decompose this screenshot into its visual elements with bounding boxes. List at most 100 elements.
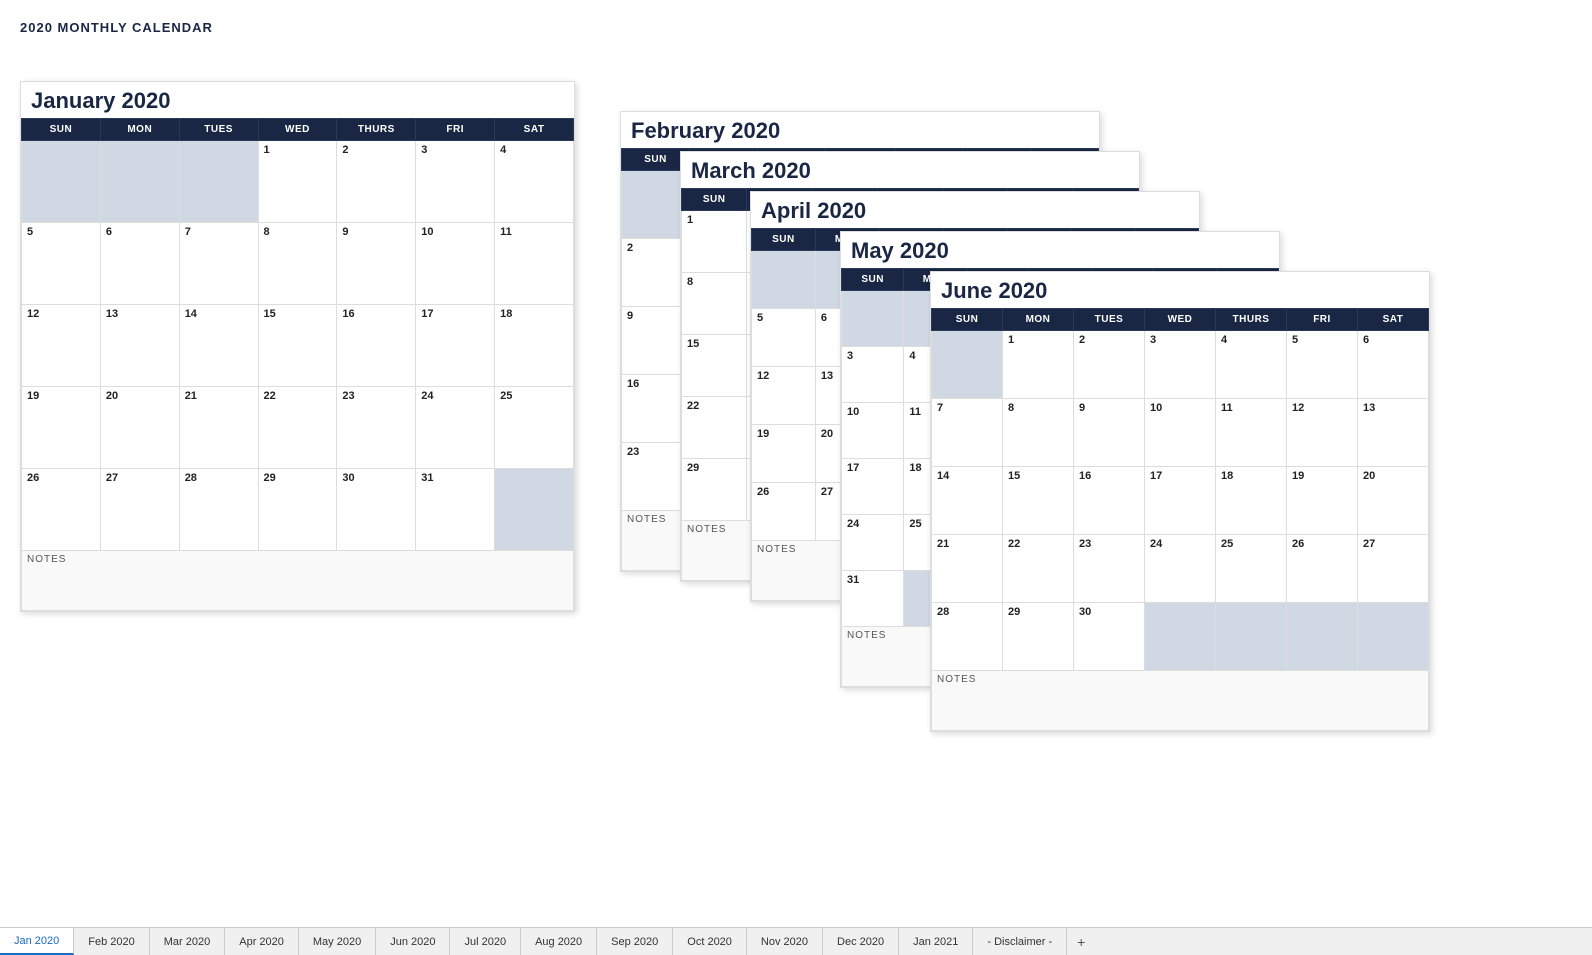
table-cell: 5 xyxy=(22,223,101,305)
table-row: 26 27 28 29 30 31 xyxy=(22,469,574,551)
table-cell: 6 xyxy=(1358,331,1429,399)
tab-mar-2020[interactable]: Mar 2020 xyxy=(150,928,225,955)
table-row: 14 15 16 17 18 19 20 xyxy=(932,467,1429,535)
table-row: NOTES xyxy=(22,551,574,611)
table-cell: 20 xyxy=(1358,467,1429,535)
table-row: 5 6 7 8 9 10 11 xyxy=(22,223,574,305)
table-cell: 21 xyxy=(179,387,258,469)
table-cell: 3 xyxy=(416,141,495,223)
table-cell: 9 xyxy=(337,223,416,305)
table-cell: 7 xyxy=(179,223,258,305)
table-cell: 23 xyxy=(1074,535,1145,603)
table-cell: 29 xyxy=(682,459,747,521)
tab-oct-2020[interactable]: Oct 2020 xyxy=(673,928,747,955)
table-row: 21 22 23 24 25 26 27 xyxy=(932,535,1429,603)
tab-add-button[interactable]: + xyxy=(1067,934,1095,950)
table-cell: 5 xyxy=(1287,331,1358,399)
tab-apr-2020[interactable]: Apr 2020 xyxy=(225,928,299,955)
table-cell: 8 xyxy=(1003,399,1074,467)
table-cell: 24 xyxy=(416,387,495,469)
mar-sun: SUN xyxy=(682,189,747,211)
tab-jul-2020[interactable]: Jul 2020 xyxy=(450,928,521,955)
table-cell: 17 xyxy=(842,459,904,515)
table-cell: 12 xyxy=(752,367,816,425)
table-cell: 8 xyxy=(682,273,747,335)
table-cell: 16 xyxy=(337,305,416,387)
table-cell: 13 xyxy=(1358,399,1429,467)
jan-thurs: THURS xyxy=(337,119,416,141)
tab-nov-2020[interactable]: Nov 2020 xyxy=(747,928,823,955)
january-title: January 2020 xyxy=(21,82,574,118)
table-cell xyxy=(1287,603,1358,671)
table-cell: 24 xyxy=(1145,535,1216,603)
table-cell: 17 xyxy=(416,305,495,387)
table-cell: 15 xyxy=(258,305,337,387)
jan-sat: SAT xyxy=(495,119,574,141)
table-cell xyxy=(1358,603,1429,671)
table-cell: 2 xyxy=(337,141,416,223)
table-cell xyxy=(1216,603,1287,671)
table-row: 7 8 9 10 11 12 13 xyxy=(932,399,1429,467)
april-title: April 2020 xyxy=(751,192,1199,228)
table-cell: 31 xyxy=(842,571,904,627)
table-cell: 22 xyxy=(682,397,747,459)
table-cell: 18 xyxy=(1216,467,1287,535)
jun-tues: TUES xyxy=(1074,309,1145,331)
tab-jan-2021[interactable]: Jan 2021 xyxy=(899,928,973,955)
may-title: May 2020 xyxy=(841,232,1279,268)
table-cell: 5 xyxy=(752,309,816,367)
calendar-june: June 2020 SUN MON TUES WED THURS FRI SAT xyxy=(930,271,1430,732)
table-cell: 30 xyxy=(337,469,416,551)
table-cell: 15 xyxy=(1003,467,1074,535)
table-row: 1 2 3 4 xyxy=(22,141,574,223)
tab-disclaimer[interactable]: - Disclaimer - xyxy=(973,928,1067,955)
table-cell: 3 xyxy=(1145,331,1216,399)
main-container: 2020 MONTHLY CALENDAR January 2020 SUN M… xyxy=(0,0,1592,955)
table-cell: 30 xyxy=(1074,603,1145,671)
table-cell: 1 xyxy=(258,141,337,223)
table-cell: 26 xyxy=(1287,535,1358,603)
table-cell: 26 xyxy=(22,469,101,551)
table-cell: 8 xyxy=(258,223,337,305)
table-cell: 4 xyxy=(495,141,574,223)
table-cell: 15 xyxy=(682,335,747,397)
february-title: February 2020 xyxy=(621,112,1099,148)
tab-jan-2020[interactable]: Jan 2020 xyxy=(0,928,74,955)
january-grid: SUN MON TUES WED THURS FRI SAT xyxy=(21,118,574,611)
june-header-row: SUN MON TUES WED THURS FRI SAT xyxy=(932,309,1429,331)
table-cell: 19 xyxy=(752,425,816,483)
tab-dec-2020[interactable]: Dec 2020 xyxy=(823,928,899,955)
june-grid: SUN MON TUES WED THURS FRI SAT 1 xyxy=(931,308,1429,731)
table-cell: 9 xyxy=(1074,399,1145,467)
table-row: 28 29 30 xyxy=(932,603,1429,671)
jun-mon: MON xyxy=(1003,309,1074,331)
table-cell: 3 xyxy=(842,347,904,403)
table-cell: 7 xyxy=(932,399,1003,467)
table-cell: 26 xyxy=(752,483,816,541)
table-cell: 14 xyxy=(932,467,1003,535)
notes-cell: NOTES xyxy=(932,671,1429,731)
jan-tues: TUES xyxy=(179,119,258,141)
table-cell xyxy=(100,141,179,223)
table-cell: 19 xyxy=(1287,467,1358,535)
table-cell xyxy=(752,251,816,309)
table-cell: 12 xyxy=(1287,399,1358,467)
table-cell: 28 xyxy=(932,603,1003,671)
table-cell xyxy=(179,141,258,223)
june-title: June 2020 xyxy=(931,272,1429,308)
tab-may-2020[interactable]: May 2020 xyxy=(299,928,376,955)
tab-sep-2020[interactable]: Sep 2020 xyxy=(597,928,673,955)
jan-sun: SUN xyxy=(22,119,101,141)
jun-sun: SUN xyxy=(932,309,1003,331)
table-cell: 19 xyxy=(22,387,101,469)
tab-jun-2020[interactable]: Jun 2020 xyxy=(376,928,450,955)
jun-sat: SAT xyxy=(1358,309,1429,331)
tab-aug-2020[interactable]: Aug 2020 xyxy=(521,928,597,955)
tab-bar: Jan 2020 Feb 2020 Mar 2020 Apr 2020 May … xyxy=(0,927,1592,955)
table-cell: 11 xyxy=(1216,399,1287,467)
table-cell: 17 xyxy=(1145,467,1216,535)
table-cell xyxy=(22,141,101,223)
table-cell: 2 xyxy=(1074,331,1145,399)
tab-feb-2020[interactable]: Feb 2020 xyxy=(74,928,149,955)
table-cell: 22 xyxy=(258,387,337,469)
